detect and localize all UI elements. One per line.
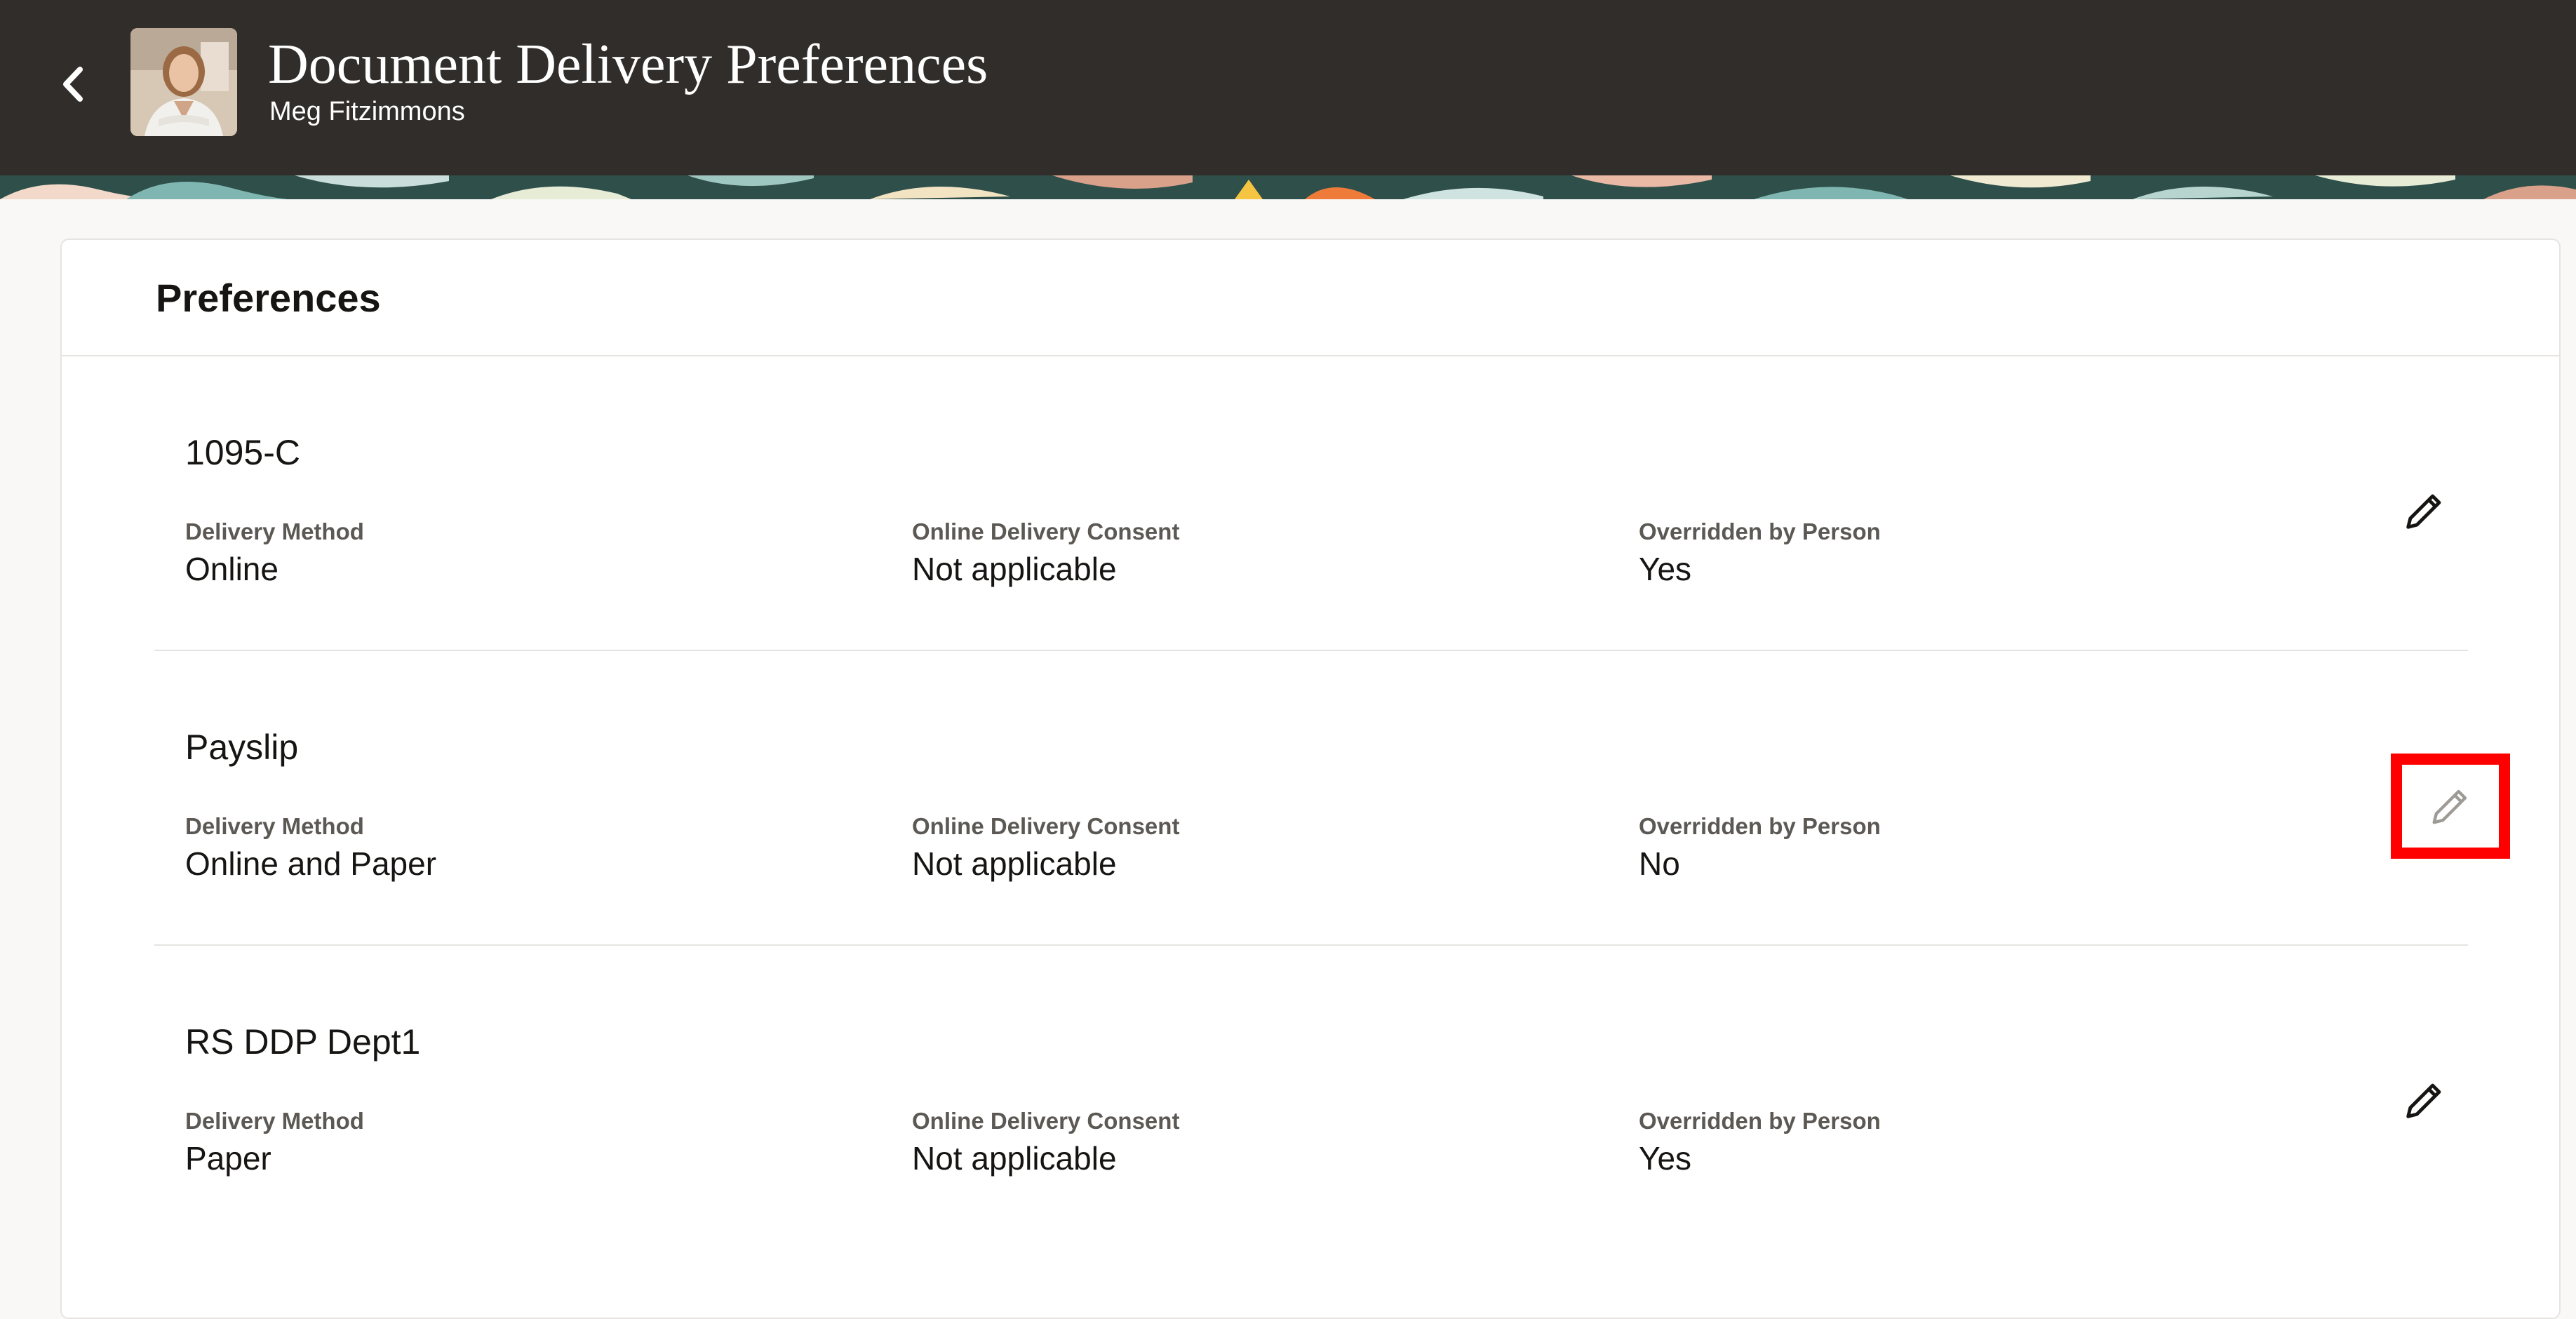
field-label: Delivery Method	[185, 518, 364, 544]
overridden-field: Overridden by Person No	[1639, 812, 1881, 883]
online-consent-field: Online Delivery Consent Not applicable	[912, 518, 1179, 589]
chevron-left-icon	[63, 67, 83, 102]
card-title: Preferences	[156, 276, 381, 320]
preference-row: Payslip Delivery Method Online and Paper…	[154, 651, 2510, 946]
avatar	[130, 28, 237, 136]
pencil-icon	[2406, 494, 2441, 529]
edit-button[interactable]	[2389, 1065, 2460, 1135]
preference-row: RS DDP Dept1 Delivery Method Paper Onlin…	[154, 946, 2468, 1240]
edit-button-highlighted[interactable]	[2391, 754, 2510, 859]
field-label: Overridden by Person	[1639, 1108, 1881, 1134]
delivery-method-field: Delivery Method Paper	[185, 1107, 364, 1178]
field-label: Online Delivery Consent	[912, 518, 1180, 544]
delivery-method-field: Delivery Method Online	[185, 518, 364, 589]
preference-row: 1095-C Delivery Method Online Online Del…	[154, 356, 2468, 651]
preference-name: Payslip	[185, 728, 299, 767]
overridden-field: Overridden by Person Yes	[1639, 518, 1881, 589]
field-label: Online Delivery Consent	[912, 813, 1180, 839]
person-name: Meg Fitzimmons	[269, 97, 465, 126]
page-title: Document Delivery Preferences	[268, 34, 988, 95]
field-label: Online Delivery Consent	[912, 1108, 1180, 1134]
field-value: Online	[185, 550, 279, 587]
preference-name: RS DDP Dept1	[185, 1022, 421, 1062]
online-consent-field: Online Delivery Consent Not applicable	[912, 812, 1179, 883]
field-label: Delivery Method	[185, 1108, 364, 1134]
field-label: Delivery Method	[185, 813, 364, 839]
page-header: Document Delivery Preferences Meg Fitzim…	[0, 0, 2576, 175]
decorative-banner	[0, 175, 2576, 199]
card-header: Preferences	[62, 240, 2559, 356]
preference-name: 1095-C	[185, 433, 300, 472]
preferences-card: Preferences 1095-C Delivery Method Onlin…	[60, 239, 2561, 1319]
field-value: Paper	[185, 1139, 271, 1177]
online-consent-field: Online Delivery Consent Not applicable	[912, 1107, 1179, 1178]
pencil-icon	[2406, 1083, 2441, 1118]
delivery-method-field: Delivery Method Online and Paper	[185, 812, 436, 883]
field-value: Not applicable	[912, 1139, 1117, 1177]
field-value: Online and Paper	[185, 845, 437, 882]
field-label: Overridden by Person	[1639, 518, 1881, 544]
field-value: Yes	[1639, 550, 1692, 587]
field-value: Not applicable	[912, 550, 1117, 587]
field-value: Yes	[1639, 1139, 1692, 1177]
back-button[interactable]	[51, 56, 95, 112]
field-value: Not applicable	[912, 845, 1117, 882]
pencil-icon	[2432, 789, 2467, 824]
field-label: Overridden by Person	[1639, 813, 1881, 839]
edit-button[interactable]	[2389, 476, 2460, 546]
overridden-field: Overridden by Person Yes	[1639, 1107, 1881, 1178]
field-value: No	[1639, 845, 1680, 882]
